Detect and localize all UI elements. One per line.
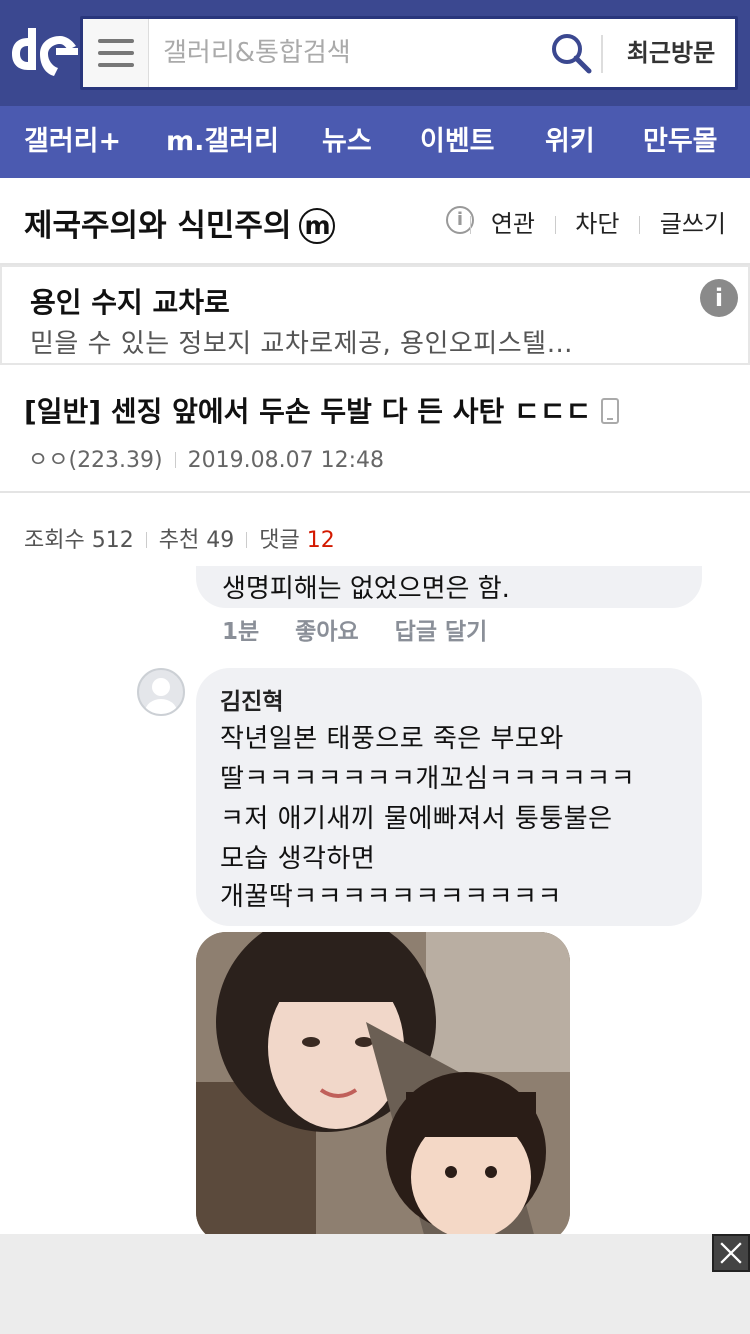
top-bar: 최근방문 [0, 0, 750, 106]
write-link[interactable]: 글쓰기 [660, 210, 726, 238]
divider [0, 491, 750, 493]
nav-event[interactable]: 이벤트 [420, 106, 495, 178]
comment-photo [196, 932, 570, 1234]
comment-bubble: 김진혁 작년일본 태풍으로 죽은 부모와 딸ㅋㅋㅋㅋㅋㅋㅋ개꼬심ㅋㅋㅋㅋㅋㅋ ㅋ… [196, 668, 702, 926]
post-image: 생명피해는 없었으면은 함. 1분 좋아요 답글 달기 김진혁 작년일본 태풍으로 … [0, 566, 750, 1234]
views-count: 512 [91, 528, 134, 553]
nav-wiki[interactable]: 위키 [545, 106, 595, 178]
comment-line: 딸ㅋㅋㅋㅋㅋㅋㅋ개꼬심ㅋㅋㅋㅋㅋㅋ [220, 764, 636, 794]
page: 최근방문 갤러리+ m.갤러리 뉴스 이벤트 위키 만두몰 제국주의와 식민주의… [0, 0, 750, 1334]
search-box: 최근방문 [80, 16, 738, 90]
avatar [137, 668, 185, 716]
comment-line: 개꿀딱ㅋㅋㅋㅋㅋㅋㅋㅋㅋㅋㅋ [220, 882, 562, 912]
main-nav: 갤러리+ m.갤러리 뉴스 이벤트 위키 만두몰 [0, 106, 750, 178]
search-input[interactable] [163, 33, 553, 73]
comment-actions: 1분 좋아요 답글 달기 [222, 612, 523, 646]
like-action: 좋아요 [295, 619, 359, 645]
dc-logo[interactable] [10, 24, 78, 80]
menu-button[interactable] [83, 19, 149, 87]
post-stats: 조회수 512 추천 49 댓글 12 [24, 522, 335, 554]
related-link[interactable]: 연관 [491, 210, 535, 238]
close-icon[interactable] [712, 1234, 750, 1272]
ad-description: 믿을 수 있는 정보지 교차로제공, 용인오피스텔… [30, 329, 574, 359]
ad-info-icon[interactable]: i [700, 279, 738, 317]
gallery-header: 제국주의와 식민주의 m i 연관 차단 글쓰기 [0, 178, 750, 264]
comments-label: 댓글 [259, 528, 300, 553]
mobile-icon [601, 398, 620, 424]
prev-comment-text: 생명피해는 없었으면은 함. [222, 574, 510, 604]
nav-gallery-plus[interactable]: 갤러리+ [24, 106, 121, 178]
search-divider [601, 35, 603, 73]
bottom-ad-bar[interactable] [0, 1234, 750, 1334]
search-icon[interactable] [549, 31, 593, 75]
views-label: 조회수 [24, 528, 85, 553]
ad-title: 용인 수지 교차로 [30, 286, 230, 319]
block-link[interactable]: 차단 [575, 210, 619, 238]
post-meta: ㅇㅇ(223.39) 2019.08.07 12:48 [28, 442, 384, 474]
post-date: 2019.08.07 12:48 [187, 448, 384, 473]
recent-visits-button[interactable]: 최근방문 [607, 19, 735, 87]
nav-news[interactable]: 뉴스 [322, 106, 372, 178]
hamburger-icon [98, 39, 134, 43]
ad-banner[interactable]: 용인 수지 교차로 믿을 수 있는 정보지 교차로제공, 용인오피스텔… i [0, 265, 750, 365]
gallery-links: 연관 차단 글쓰기 [458, 204, 726, 239]
comment-time: 1분 [222, 619, 260, 645]
reply-action: 답글 달기 [394, 619, 488, 645]
avatar-icon [145, 678, 177, 714]
comment-author: 김진혁 [220, 689, 284, 715]
gallery-title[interactable]: 제국주의와 식민주의 m [24, 200, 336, 245]
recommend-label: 추천 [158, 528, 200, 553]
post-author[interactable]: ㅇㅇ(223.39) [28, 448, 163, 473]
nav-mandu-mall[interactable]: 만두몰 [643, 106, 718, 178]
recommend-count: 49 [206, 528, 235, 553]
comments-count[interactable]: 12 [307, 528, 335, 553]
post-title: [일반] 센징 앞에서 두손 두발 다 든 사탄 ㄷㄷㄷ [24, 390, 620, 430]
comment-line: 모습 생각하면 [220, 844, 376, 874]
prev-comment-bubble: 생명피해는 없었으면은 함. [196, 566, 702, 608]
minor-gallery-badge: m [299, 208, 336, 244]
comment-line: ㅋ저 애기새끼 물에빠져서 퉁퉁불은 [220, 804, 613, 834]
nav-m-gallery[interactable]: m.갤러리 [166, 106, 279, 178]
comment-line: 작년일본 태풍으로 죽은 부모와 [220, 724, 564, 754]
